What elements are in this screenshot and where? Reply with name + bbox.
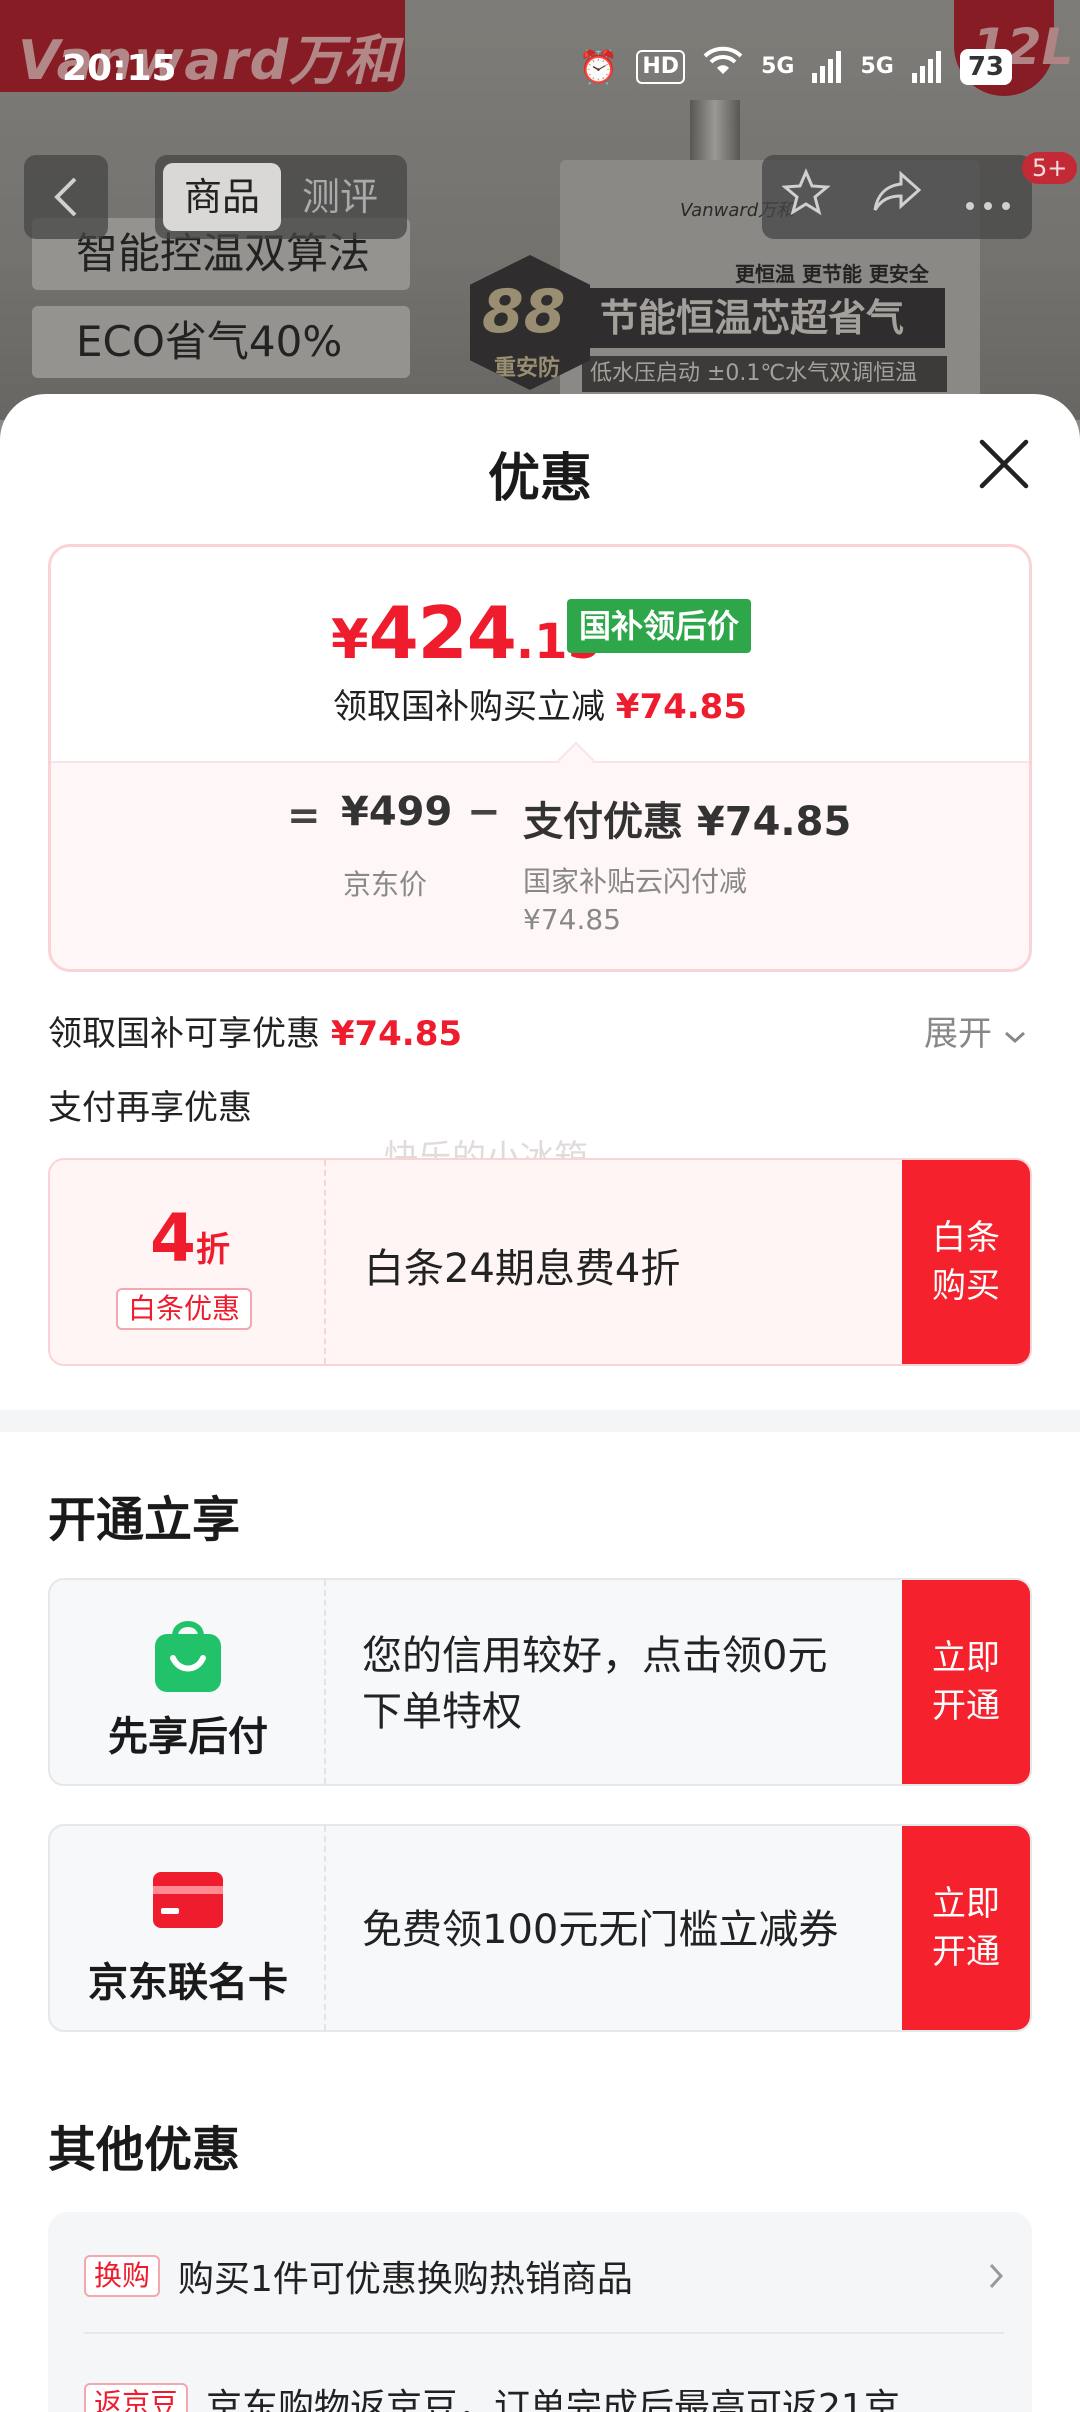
- baitiao-button-line1: 白条: [932, 1218, 1000, 1258]
- pay-later-brand: 先享后付: [50, 1580, 326, 1784]
- baitiao-buy-button[interactable]: 白条 购买: [902, 1160, 1030, 1364]
- chevron-left-icon: [54, 177, 77, 217]
- jingdou-tag: 返京豆: [84, 2383, 189, 2412]
- sheet-title: 优惠: [487, 449, 592, 509]
- credit-card-icon: [153, 1872, 223, 1928]
- minus-sign: −: [467, 789, 501, 835]
- signal-bars-icon: [812, 50, 842, 83]
- wifi-icon: [703, 46, 743, 87]
- baitiao-rate-unit: 折: [195, 1230, 230, 1270]
- shopping-bag-icon: [155, 1621, 221, 1692]
- exchange-text: 购买1件可优惠换购热销商品: [178, 2259, 633, 2300]
- pay-discount-label: 国家补贴云闪付减 ¥74.85: [523, 863, 823, 939]
- open-button-line1: 立即: [932, 1638, 1000, 1678]
- pay-later-open-button[interactable]: 立即 开通: [902, 1580, 1030, 1784]
- section-divider: [0, 1410, 1080, 1432]
- signal-bars-icon: [911, 50, 941, 83]
- cobrand-card-open-button[interactable]: 立即 开通: [902, 1826, 1030, 2030]
- gov-line-text: 领取国补可享优惠: [48, 1014, 320, 1054]
- baitiao-rate-area: 4折 白条优惠: [50, 1160, 326, 1364]
- status-time: 20:15: [62, 48, 177, 89]
- jd-price-label: 京东价: [343, 868, 428, 901]
- open-button-line1: 立即: [932, 1884, 1000, 1924]
- open-button-line2: 开通: [932, 1932, 1000, 1972]
- hd-icon: HD: [636, 49, 686, 84]
- discount-sheet: 优惠 ¥424.15 国补领后价 领取国补购买立减 ¥74.85 = ¥499 …: [0, 394, 1080, 2412]
- jingdou-text: 京东购物返京豆，订单完成后最高可返21京: [206, 2387, 900, 2412]
- equals-sign: =: [287, 793, 321, 839]
- baitiao-button-line2: 购买: [932, 1266, 1000, 1306]
- expand-button[interactable]: 展开: [924, 1006, 1027, 1055]
- cobrand-card-brand: 京东联名卡: [50, 1826, 326, 2030]
- share-icon[interactable]: [871, 170, 923, 224]
- cobrand-card-description: 免费领100元无门槛立减券: [362, 1907, 839, 1953]
- price-breakdown: = ¥499 京东价 − 支付优惠 ¥74.85 国家补贴云闪付减 ¥74.85: [51, 761, 1029, 969]
- pay-later-name: 先享后付: [108, 1714, 268, 1760]
- price-integer: 424: [368, 591, 517, 675]
- pay-later-offer-card: 先享后付 您的信用较好，点击领0元下单特权 立即开通: [48, 1578, 1032, 1786]
- header-actions: [762, 155, 1032, 239]
- other-offers-list: 换购 购买1件可优惠换购热销商品 返京豆 京东购物返京豆，订单完成后最高可返21…: [48, 2212, 1032, 2412]
- exchange-tag: 换购: [84, 2255, 161, 2297]
- baitiao-tag: 白条优惠: [116, 1288, 253, 1330]
- cobrand-card-offer-card: 京东联名卡 免费领100元无门槛立减券 立即开通: [48, 1824, 1032, 2032]
- gov-subsidy-tag: 国补领后价: [567, 599, 752, 653]
- chevron-down-icon: [1004, 1031, 1025, 1044]
- chevron-right-icon: [989, 2263, 1004, 2289]
- expand-label: 展开: [924, 1014, 992, 1054]
- list-item[interactable]: 换购 购买1件可优惠换购热销商品: [84, 2226, 1004, 2326]
- back-button[interactable]: [24, 155, 108, 239]
- baitiao-rate: 4折: [150, 1200, 230, 1277]
- final-price: ¥424.15: [331, 591, 601, 675]
- gov-line-amount: ¥74.85: [330, 1014, 463, 1054]
- baitiao-rate-number: 4: [150, 1200, 196, 1277]
- gov-subsidy-line: 领取国补可享优惠 ¥74.85: [48, 1006, 462, 1055]
- battery-icon: 73: [959, 48, 1012, 85]
- star-icon[interactable]: [781, 168, 832, 226]
- close-button[interactable]: [976, 436, 1032, 492]
- signal-5g-icon: 5G: [761, 54, 795, 79]
- message-count-badge: 5+: [1022, 152, 1078, 184]
- close-icon: [979, 439, 1029, 489]
- tab-product[interactable]: 商品: [163, 163, 281, 231]
- baitiao-offer-card: 4折 白条优惠 白条24期息费4折 白条购买: [48, 1158, 1032, 1366]
- pay-again-label: 支付再享优惠: [48, 1088, 252, 1128]
- open-section-title: 开通立享: [48, 1492, 241, 1548]
- baitiao-description: 白条24期息费4折: [364, 1246, 681, 1292]
- tab-review[interactable]: 测评: [281, 163, 399, 231]
- pay-later-description: 您的信用较好，点击领0元下单特权: [362, 1633, 828, 1735]
- pay-discount-label-line1: 国家补贴云闪付减: [523, 865, 748, 898]
- price-desc-text: 领取国补购买立减: [332, 687, 605, 727]
- pay-discount-label-line2: ¥74.85: [523, 903, 621, 936]
- other-section-title: 其他优惠: [48, 2122, 241, 2178]
- status-icons: ⏰ HD 5G 5G 73: [579, 46, 1012, 87]
- more-icon[interactable]: [964, 173, 1012, 222]
- price-currency: ¥: [331, 608, 369, 671]
- price-card: ¥424.15 国补领后价 领取国补购买立减 ¥74.85 = ¥499 京东价…: [48, 544, 1032, 972]
- pay-discount: 支付优惠 ¥74.85: [523, 799, 852, 845]
- jd-price: ¥499: [341, 789, 453, 835]
- list-divider: [84, 2332, 1004, 2334]
- price-top: ¥424.15 国补领后价 领取国补购买立减 ¥74.85: [51, 547, 1029, 757]
- price-description: 领取国补购买立减 ¥74.85: [51, 679, 1029, 728]
- page-tabs: 商品 测评: [155, 155, 407, 239]
- cobrand-card-name: 京东联名卡: [88, 1960, 288, 2006]
- alarm-icon: ⏰: [578, 47, 619, 86]
- open-button-line2: 开通: [932, 1686, 1000, 1726]
- price-desc-amount: ¥74.85: [615, 687, 747, 727]
- signal-5g-icon: 5G: [860, 54, 894, 79]
- list-item[interactable]: 返京豆 京东购物返京豆，订单完成后最高可返21京: [84, 2354, 1004, 2412]
